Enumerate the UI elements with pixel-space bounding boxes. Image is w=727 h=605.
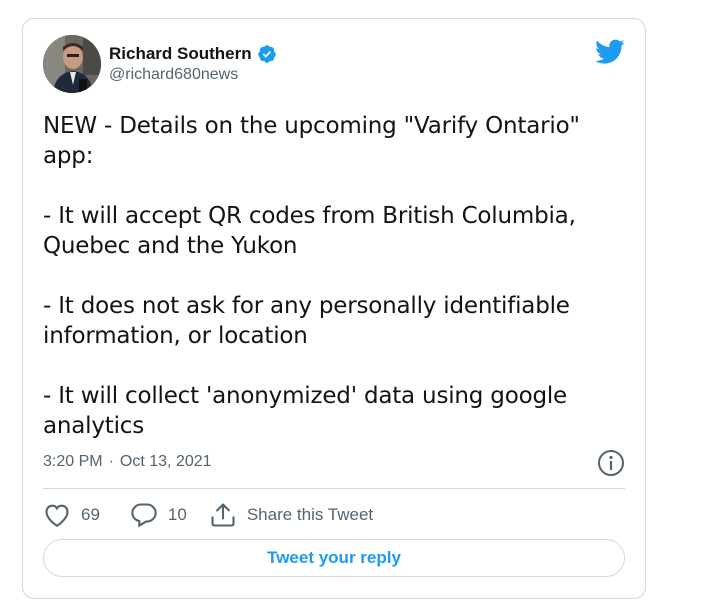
- author-handle[interactable]: @richard680news: [109, 66, 277, 84]
- like-button[interactable]: 69: [43, 502, 100, 528]
- tweet-your-reply-button[interactable]: Tweet your reply: [43, 539, 625, 577]
- twitter-bird-icon[interactable]: [595, 39, 625, 65]
- like-count: 69: [81, 505, 100, 524]
- comment-icon: [130, 501, 158, 529]
- tweet-date[interactable]: Oct 13, 2021: [120, 453, 212, 471]
- reply-button[interactable]: 10: [130, 501, 187, 529]
- author-info: Richard Southern @richard680news: [109, 43, 277, 84]
- name-row: Richard Southern: [109, 43, 277, 65]
- meta-separator: ·: [108, 453, 114, 470]
- heart-icon: [43, 502, 71, 528]
- share-label: Share this Tweet: [246, 505, 374, 524]
- tweet-card: Richard Southern @richard680news NEW - D…: [22, 18, 646, 599]
- info-icon[interactable]: [597, 449, 625, 477]
- share-button[interactable]: Share this Tweet: [209, 501, 373, 529]
- reply-count: 10: [167, 505, 187, 524]
- share-icon: [209, 501, 237, 529]
- action-bar: 69 10 Share this Tweet: [43, 497, 391, 533]
- tweet-text: NEW - Details on the upcoming "Varify On…: [43, 113, 580, 439]
- divider: [43, 488, 625, 489]
- tweet-time[interactable]: 3:20 PM: [43, 453, 103, 471]
- tweet-header: Richard Southern @richard680news: [43, 35, 625, 93]
- verified-badge-icon: [257, 44, 277, 64]
- author-display-name[interactable]: Richard Southern: [109, 44, 252, 64]
- tweet-timestamp[interactable]: 3:20 PM · Oct 13, 2021: [43, 453, 212, 471]
- avatar[interactable]: [43, 35, 101, 93]
